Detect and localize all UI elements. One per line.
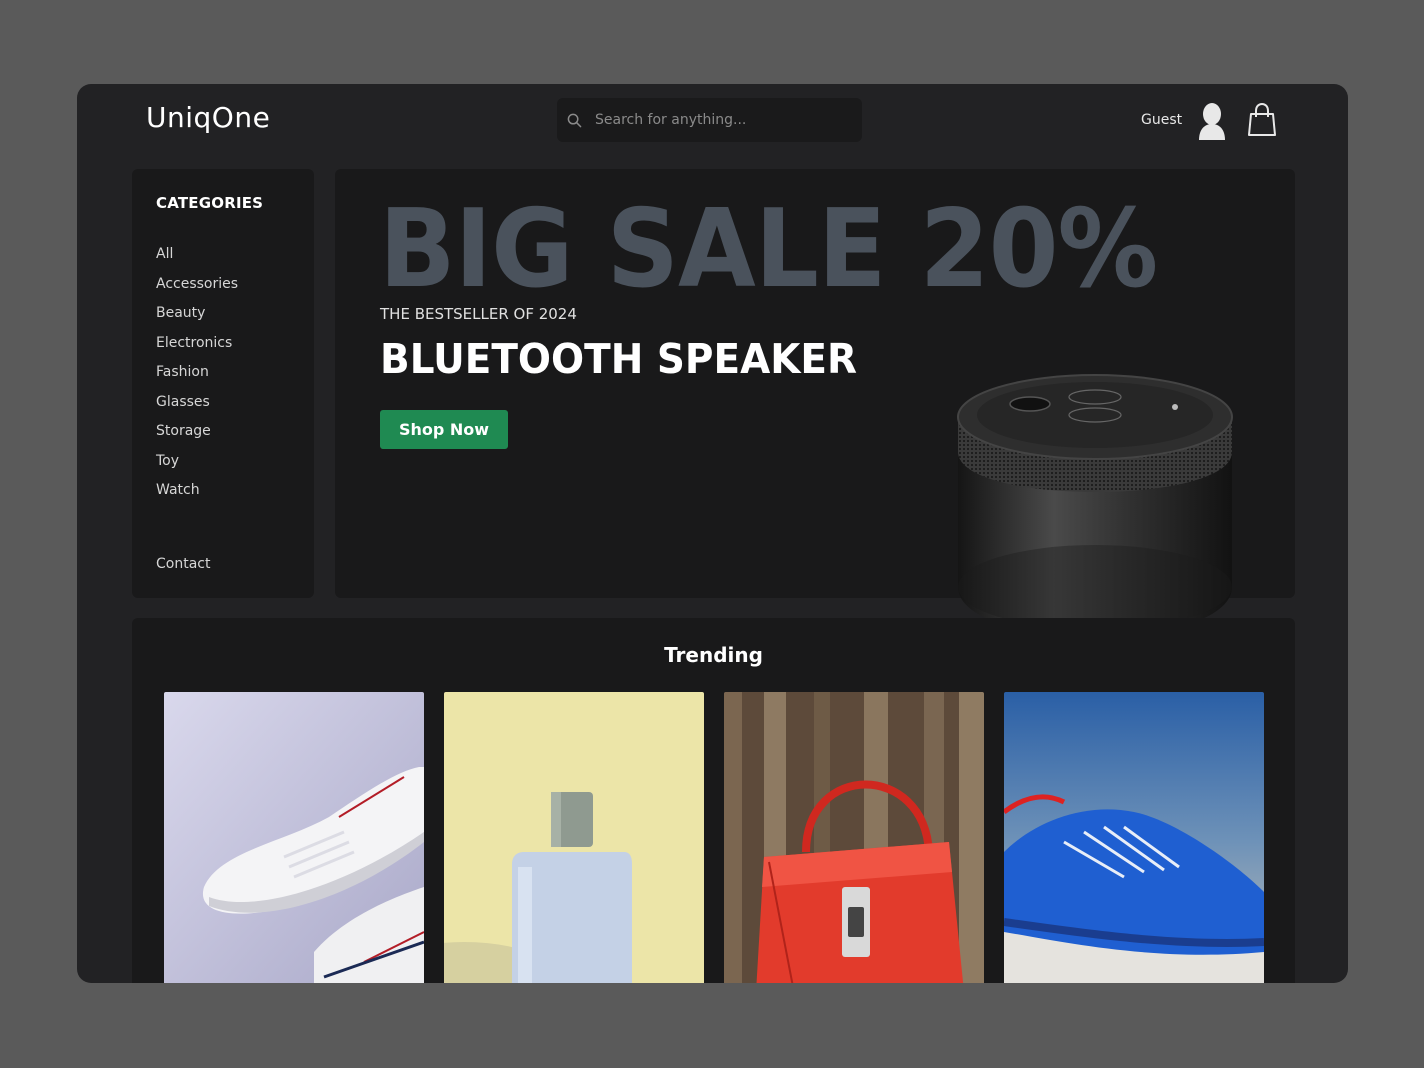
category-accessories[interactable]: Accessories: [156, 274, 238, 304]
logo[interactable]: UniqOne: [146, 101, 270, 134]
shopping-bag-icon[interactable]: [1247, 103, 1277, 137]
categories-list: All Accessories Beauty Electronics Fashi…: [156, 244, 238, 510]
perfume-bottle-image: [444, 692, 704, 983]
trending-title: Trending: [664, 643, 763, 667]
product-card-white-sneakers[interactable]: [164, 692, 424, 983]
category-glasses[interactable]: Glasses: [156, 392, 238, 422]
search-input[interactable]: [595, 98, 855, 142]
product-card-perfume-bottle[interactable]: [444, 692, 704, 983]
search-icon: [567, 113, 582, 128]
category-fashion[interactable]: Fashion: [156, 362, 238, 392]
category-electronics[interactable]: Electronics: [156, 333, 238, 363]
blue-sneakers-image: [1004, 692, 1264, 983]
red-handbag-image: [724, 692, 984, 983]
sale-headline: BIG SALE 20%: [379, 187, 1158, 312]
category-beauty[interactable]: Beauty: [156, 303, 238, 333]
categories-title: CATEGORIES: [156, 194, 264, 212]
shop-now-button[interactable]: Shop Now: [380, 410, 508, 449]
category-toy[interactable]: Toy: [156, 451, 238, 481]
hero-subtitle: THE BESTSELLER OF 2024: [380, 305, 577, 323]
trending-section: Trending: [132, 618, 1295, 983]
app-window: UniqOne Guest CATEGORIES All Accessories…: [77, 84, 1348, 983]
category-all[interactable]: All: [156, 244, 238, 274]
user-name[interactable]: Guest: [1141, 112, 1182, 128]
search-bar[interactable]: [557, 98, 862, 142]
product-card-blue-sneakers[interactable]: [1004, 692, 1264, 983]
product-card-red-handbag[interactable]: [724, 692, 984, 983]
user-icon[interactable]: [1197, 102, 1227, 140]
category-storage[interactable]: Storage: [156, 421, 238, 451]
white-sneakers-image: [164, 692, 424, 983]
contact-link[interactable]: Contact: [156, 556, 210, 572]
categories-sidebar: CATEGORIES All Accessories Beauty Electr…: [132, 169, 314, 598]
hero-product-title: BLUETOOTH SPEAKER: [380, 335, 858, 383]
speaker-image: [957, 374, 1233, 637]
category-watch[interactable]: Watch: [156, 480, 238, 510]
